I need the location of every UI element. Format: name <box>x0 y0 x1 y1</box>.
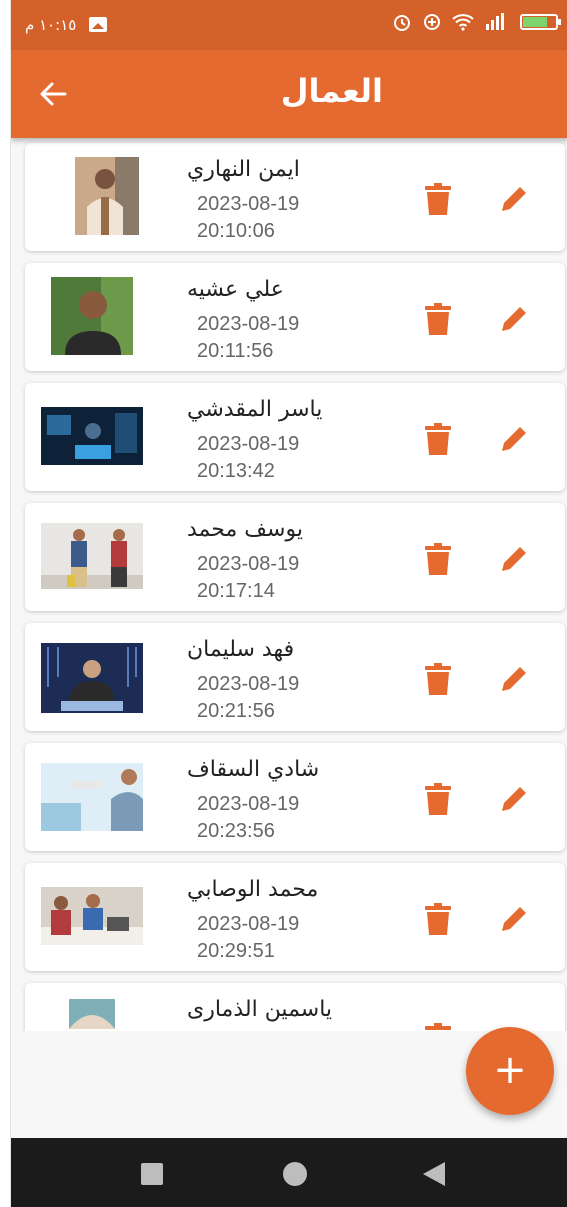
recents-button[interactable] <box>141 1163 163 1185</box>
signal-icon <box>486 13 504 30</box>
edit-icon[interactable] <box>498 783 530 815</box>
worker-name: محمد الوصابي <box>187 877 319 902</box>
delete-icon[interactable] <box>425 183 451 215</box>
worker-photo <box>69 999 115 1029</box>
worker-photo <box>41 407 143 465</box>
edit-icon[interactable] <box>498 543 530 575</box>
worker-card[interactable]: ياسمين الذمارى <box>25 983 565 1031</box>
alarm-icon <box>394 15 410 31</box>
worker-timestamp: 2023-08-19 20:23:56 <box>197 793 300 842</box>
delete-icon[interactable] <box>425 663 451 695</box>
worker-photo <box>51 277 133 355</box>
image-notification-icon <box>89 17 107 32</box>
edit-icon[interactable] <box>498 663 530 695</box>
delete-icon[interactable] <box>425 303 451 335</box>
worker-timestamp: 2023-08-19 20:21:56 <box>197 673 300 722</box>
worker-name: ياسمين الذمارى <box>187 997 333 1022</box>
worker-name: يوسف محمد <box>187 517 303 542</box>
delete-icon[interactable] <box>425 423 451 455</box>
delete-icon[interactable] <box>425 543 451 575</box>
worker-photo <box>41 643 143 713</box>
worker-card[interactable]: محمد الوصابي 2023-08-19 20:29:51 <box>25 863 565 971</box>
data-saver-icon <box>424 14 440 30</box>
home-button[interactable] <box>283 1162 307 1186</box>
status-icons <box>392 12 561 32</box>
worker-card[interactable]: شادي السقاف 2023-08-19 20:23:56 <box>25 743 565 851</box>
add-worker-button[interactable]: + <box>466 1027 554 1115</box>
delete-icon[interactable] <box>425 1023 451 1031</box>
worker-name: فهد سليمان <box>187 637 295 662</box>
battery-icon <box>520 14 561 30</box>
worker-name: ياسر المقدشي <box>187 397 323 422</box>
worker-photo <box>41 523 143 589</box>
status-time: ١٠:١٥ م <box>25 16 77 34</box>
worker-timestamp: 2023-08-19 20:29:51 <box>197 913 300 962</box>
app-screen: ١٠:١٥ م العمال ايمن النهاري 2023-08-19 20… <box>10 0 567 1207</box>
edit-icon[interactable] <box>498 303 530 335</box>
worker-card[interactable]: ياسر المقدشي 2023-08-19 20:13:42 <box>25 383 565 491</box>
wifi-icon <box>452 14 474 31</box>
page-title: العمال <box>280 72 383 110</box>
edit-icon[interactable] <box>498 423 530 455</box>
status-bar: ١٠:١٥ م <box>11 0 567 50</box>
arrow-left-icon[interactable] <box>37 78 69 110</box>
delete-icon[interactable] <box>425 903 451 935</box>
app-bar: العمال <box>11 50 567 138</box>
worker-timestamp: 2023-08-19 20:17:14 <box>197 553 300 602</box>
worker-card[interactable]: فهد سليمان 2023-08-19 20:21:56 <box>25 623 565 731</box>
edit-icon[interactable] <box>498 183 530 215</box>
edit-icon[interactable] <box>498 903 530 935</box>
worker-name: شادي السقاف <box>187 757 320 782</box>
worker-timestamp: 2023-08-19 20:10:06 <box>197 193 300 242</box>
worker-card[interactable]: يوسف محمد 2023-08-19 20:17:14 <box>25 503 565 611</box>
worker-card[interactable]: ايمن النهاري 2023-08-19 20:10:06 <box>25 143 565 251</box>
worker-name: ايمن النهاري <box>187 157 300 182</box>
worker-name: علي عشيه <box>187 277 284 302</box>
worker-photo <box>41 763 143 831</box>
worker-timestamp: 2023-08-19 20:13:42 <box>197 433 300 482</box>
delete-icon[interactable] <box>425 783 451 815</box>
workers-list[interactable]: ايمن النهاري 2023-08-19 20:10:06 علي عشيه… <box>11 138 567 1031</box>
back-button[interactable] <box>423 1162 445 1186</box>
worker-timestamp: 2023-08-19 20:11:56 <box>197 313 300 362</box>
worker-photo <box>75 157 139 235</box>
system-nav-bar <box>11 1138 567 1207</box>
worker-card[interactable]: علي عشيه 2023-08-19 20:11:56 <box>25 263 565 371</box>
worker-photo <box>41 887 143 945</box>
